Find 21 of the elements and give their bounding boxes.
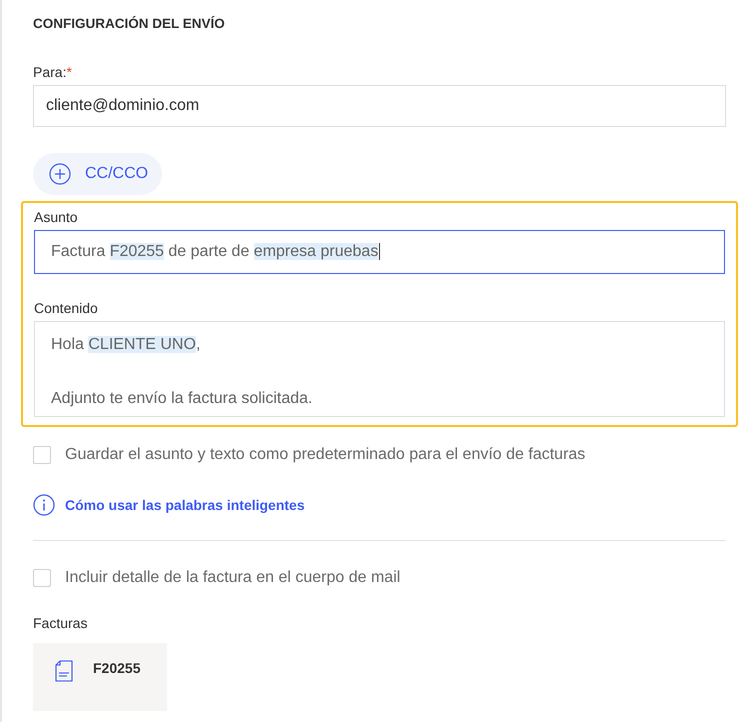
paragraph: Adjunto te envío la factura solicitada. xyxy=(51,389,314,409)
info-icon xyxy=(33,494,55,516)
recipient-field[interactable]: cliente@dominio.com xyxy=(33,85,726,127)
paragraph: Hola CLIENTE UNO, xyxy=(51,335,202,355)
add-icon xyxy=(49,163,71,185)
section-label: Facturas xyxy=(33,615,88,631)
help-link[interactable]: Cómo usar las palabras inteligentes xyxy=(65,497,305,513)
content-field[interactable]: Hola CLIENTE UNO, Adjunto te envío la factura solicitada. xyxy=(34,321,725,417)
checkbox-label: Guardar el asunto y texto como predeterminado para el envío de facturas xyxy=(65,446,586,464)
cc-button[interactable]: CC/CCO xyxy=(33,153,162,195)
subject-field[interactable]: Factura F20255 de parte de empresa pruebas xyxy=(34,230,725,274)
checkbox[interactable] xyxy=(33,569,51,587)
checkbox[interactable] xyxy=(33,446,51,464)
field-label: Contenido xyxy=(34,300,99,316)
field-label: Asunto xyxy=(34,209,79,225)
invoice-tile[interactable]: F20255 xyxy=(33,643,167,711)
invoice-number: F20255 xyxy=(93,660,140,678)
section-heading: CONFIGURACIÓN DEL ENVÍO xyxy=(33,16,226,33)
file-icon xyxy=(55,660,73,682)
checkbox-label: Incluir detalle de la factura en el cuerpo de mail xyxy=(65,569,400,587)
field-label: Para:* xyxy=(33,64,73,80)
